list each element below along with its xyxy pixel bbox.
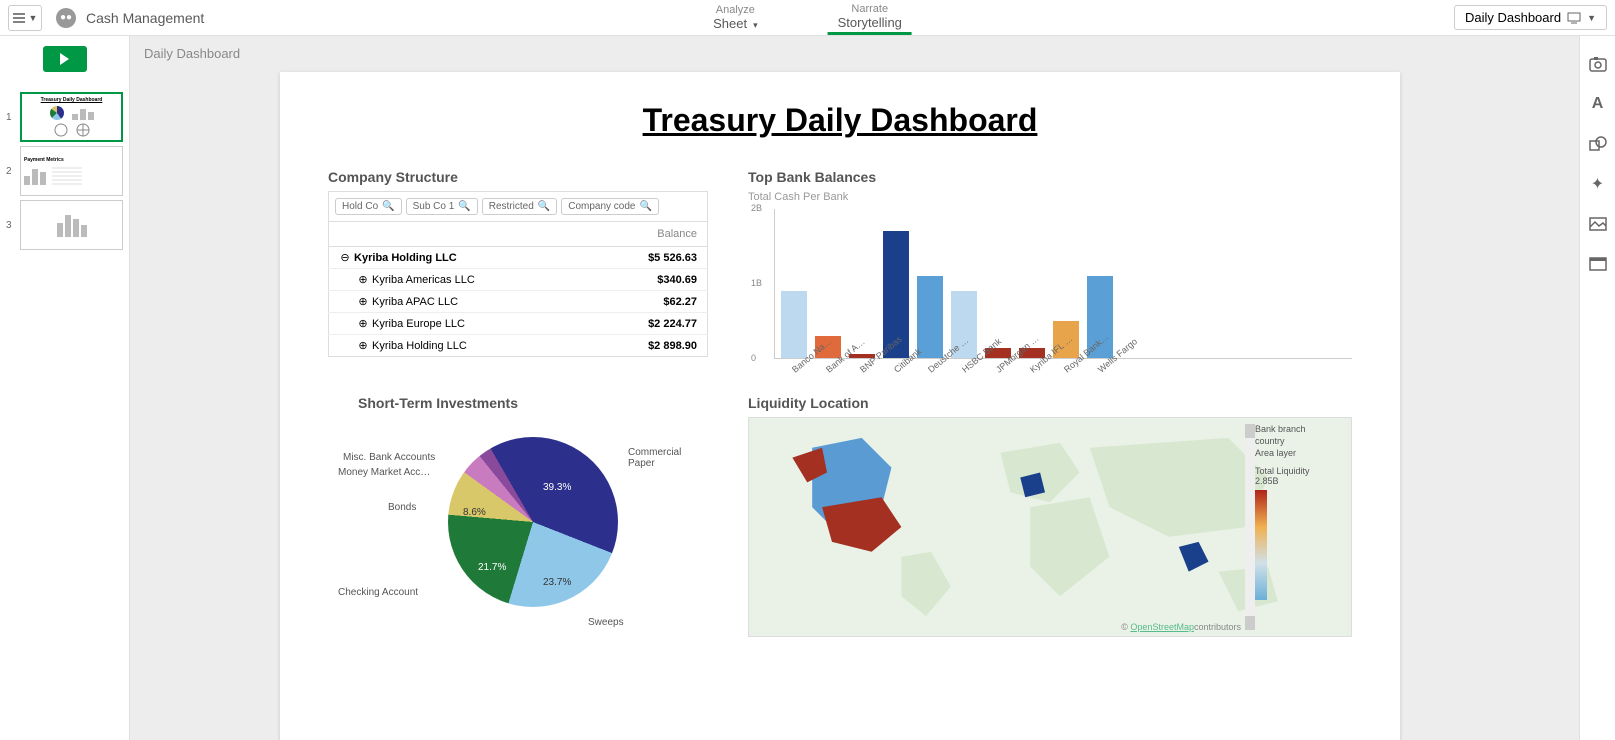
y-tick: 1B	[751, 278, 762, 288]
slide-thumb-2[interactable]: Payment Metrics	[20, 146, 123, 196]
pie-slice-label: Money Market Acc…	[338, 467, 430, 478]
dashboard-selector[interactable]: Daily Dashboard ▼	[1454, 5, 1607, 30]
map[interactable]: Bank branch country Area layer Total Liq…	[748, 417, 1352, 637]
pie-chart: Commercial Paper Sweeps Checking Account Bo…	[328, 417, 688, 637]
slide-thumb-1[interactable]: Treasury Daily Dashboard	[20, 92, 123, 142]
effects-icon[interactable]: ✦	[1588, 174, 1608, 194]
pie-slice-pct: 8.6%	[463, 507, 486, 518]
y-tick: 2B	[751, 203, 762, 213]
table-row[interactable]: ⊕ Kyriba APAC LLC$62.27	[329, 291, 708, 313]
app-icon: ●●	[56, 8, 76, 28]
bar-x-labels: Banco Na…Bank of A…BNP ParibasCitibankDe…	[774, 359, 1352, 369]
slide-number: 2	[6, 166, 16, 177]
short-term-investments-panel: Short-Term Investments Commercial Paper S…	[328, 395, 708, 637]
panel-subtitle: Total Cash Per Bank	[748, 191, 1352, 203]
tool-rail: A ✦	[1579, 36, 1615, 740]
panel-title: Top Bank Balances	[748, 169, 1352, 185]
present-icon	[1567, 12, 1581, 24]
expand-icon[interactable]: ⊕	[357, 273, 369, 286]
filter-bar: Hold Co🔍 Sub Co 1🔍 Restricted🔍 Company c…	[328, 191, 708, 221]
pie-slice-label: Misc. Bank Accounts	[343, 452, 435, 463]
dashboard-label: Daily Dashboard	[1465, 10, 1561, 25]
top-bar: ▼ ●● Cash Management Analyze Sheet ▾ Narr…	[0, 0, 1615, 36]
search-icon: 🔍	[639, 201, 651, 212]
map-scrollbar[interactable]	[1245, 424, 1255, 630]
pie-slice-label: Sweeps	[588, 617, 624, 628]
pie-graphic	[448, 437, 618, 607]
table-row[interactable]: ⊕ Kyriba Americas LLC$340.69	[329, 269, 708, 291]
play-button[interactable]	[43, 46, 87, 72]
shapes-icon[interactable]	[1588, 134, 1608, 154]
panel-title: Short-Term Investments	[358, 395, 708, 411]
legend-gradient	[1255, 490, 1267, 600]
liquidity-location-panel: Liquidity Location	[748, 395, 1352, 637]
expand-icon[interactable]: ⊕	[357, 295, 369, 308]
filter-holdco[interactable]: Hold Co🔍	[335, 198, 402, 215]
pie-slice-pct: 23.7%	[543, 577, 571, 588]
text-icon[interactable]: A	[1588, 94, 1608, 114]
slide-panel: 1 Treasury Daily Dashboard 2 Paymen	[0, 36, 130, 740]
tab-label: Sheet	[713, 16, 747, 31]
expand-icon[interactable]: ⊕	[357, 317, 369, 330]
search-icon: 🔍	[382, 201, 394, 212]
tab-narrate[interactable]: Narrate Storytelling	[828, 0, 912, 35]
canvas: Daily Dashboard Treasury Daily Dashboard…	[130, 36, 1579, 740]
menu-button[interactable]: ▼	[8, 5, 42, 31]
panel-title: Liquidity Location	[748, 395, 1352, 411]
filter-restricted[interactable]: Restricted🔍	[482, 198, 557, 215]
slide-thumb-3[interactable]	[20, 200, 123, 250]
pie-slice-label: Commercial Paper	[628, 447, 688, 469]
company-structure-panel: Company Structure Hold Co🔍 Sub Co 1🔍 Res…	[328, 169, 708, 369]
breadcrumb: Daily Dashboard	[144, 46, 240, 61]
slide-number: 1	[6, 112, 16, 123]
pie-slice-pct: 39.3%	[543, 482, 571, 493]
company-structure-table: Balance ⊖ Kyriba Holding LLC$5 526.63⊕ K…	[328, 221, 708, 357]
map-attribution: © OpenStreetMapcontributors	[1121, 622, 1241, 632]
bar[interactable]	[781, 291, 807, 359]
app-title: Cash Management	[86, 10, 204, 26]
slide: Treasury Daily Dashboard Company Structu…	[280, 72, 1400, 740]
filter-companycode[interactable]: Company code🔍	[561, 198, 659, 215]
chevron-down-icon: ▾	[753, 20, 758, 30]
filter-subco1[interactable]: Sub Co 1🔍	[406, 198, 478, 215]
tab-analyze[interactable]: Analyze Sheet ▾	[703, 0, 768, 35]
chevron-down-icon: ▼	[1587, 13, 1596, 23]
pie-slice-label: Bonds	[388, 502, 416, 513]
mode-tabs: Analyze Sheet ▾ Narrate Storytelling	[703, 0, 912, 35]
table-row[interactable]: ⊕ Kyriba Holding LLC$2 898.90	[329, 335, 708, 357]
chevron-down-icon: ▼	[29, 13, 38, 23]
y-tick: 0	[751, 353, 756, 363]
media-icon[interactable]	[1588, 214, 1608, 234]
search-icon: 🔍	[458, 201, 470, 212]
tab-hint: Narrate	[851, 3, 888, 15]
page-title: Treasury Daily Dashboard	[328, 102, 1352, 139]
bar[interactable]	[917, 276, 943, 359]
collapse-icon[interactable]: ⊖	[339, 251, 351, 264]
pie-slice-pct: 21.7%	[478, 562, 506, 573]
pie-slice-label: Checking Account	[338, 587, 418, 598]
tab-label: Storytelling	[838, 15, 902, 30]
hamburger-icon	[13, 13, 25, 23]
slide-number: 3	[6, 220, 16, 231]
top-bank-balances-panel: Top Bank Balances Total Cash Per Bank 0 …	[748, 169, 1352, 369]
snapshot-icon[interactable]	[1588, 54, 1608, 74]
osm-link[interactable]: OpenStreetMap	[1130, 622, 1194, 632]
search-icon: 🔍	[538, 201, 550, 212]
tab-hint: Analyze	[716, 4, 755, 16]
table-row[interactable]: ⊕ Kyriba Europe LLC$2 224.77	[329, 313, 708, 335]
expand-icon[interactable]: ⊕	[357, 339, 369, 352]
table-row[interactable]: ⊖ Kyriba Holding LLC$5 526.63	[329, 247, 708, 269]
map-legend: Bank branch country Area layer Total Liq…	[1255, 424, 1345, 630]
sheet-icon[interactable]	[1588, 254, 1608, 274]
col-balance: Balance	[591, 222, 708, 247]
panel-title: Company Structure	[328, 169, 708, 185]
